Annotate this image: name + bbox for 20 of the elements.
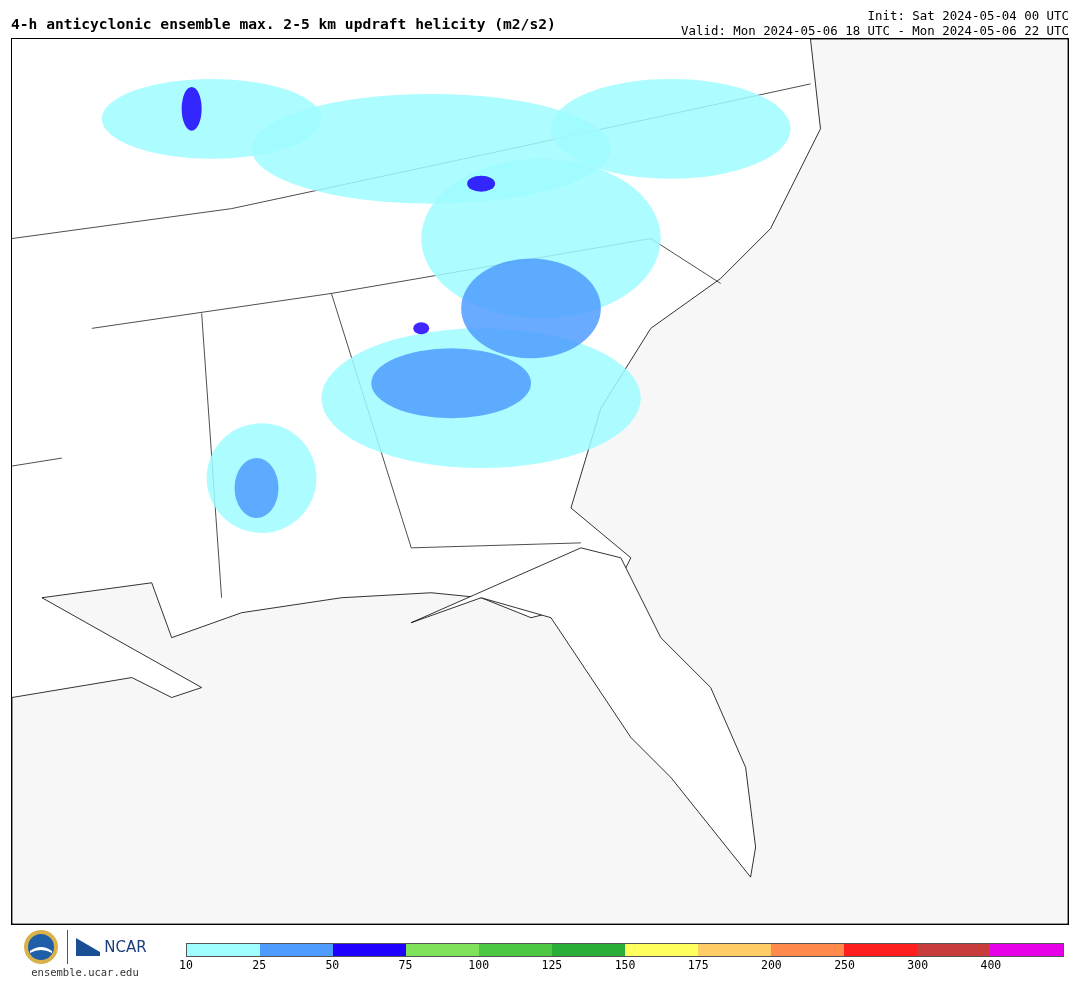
tick-label: 200: [761, 957, 782, 974]
logo-divider: [67, 930, 69, 964]
tick-label: 25: [252, 957, 267, 974]
tick-label: 400: [980, 957, 1002, 974]
website-url: ensemble.ucar.edu: [31, 965, 139, 980]
tick-label: 100: [468, 957, 490, 974]
tick-label: 50: [325, 957, 340, 974]
chart-title: 4-h anticyclonic ensemble max. 2-5 km updraft helicity (m2/s2): [11, 17, 556, 35]
seal-logo-icon: [23, 929, 60, 965]
tick-label: 125: [541, 957, 563, 974]
flag-logo-icon: [76, 938, 101, 956]
valid-time: Valid: Mon 2024-05-06 18 UTC - Mon 2024-05-06 22 UTC: [681, 23, 1069, 38]
tick-label: 300: [907, 957, 929, 974]
tick-label: 175: [687, 957, 709, 974]
tick-label: 75: [398, 957, 413, 974]
tick-label: 10: [179, 957, 193, 974]
tick-label: 250: [834, 957, 855, 974]
logo-text: NCAR: [104, 936, 147, 958]
tick-label: 150: [614, 957, 636, 974]
init-time: Init: Sat 2024-05-04 00 UTC: [866, 8, 1069, 23]
